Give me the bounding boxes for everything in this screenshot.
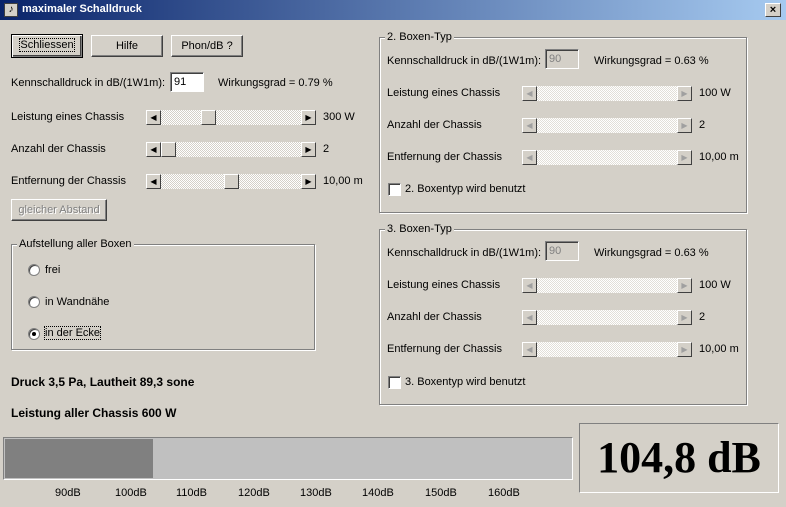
box2-leistung-label: Leistung eines Chassis xyxy=(387,87,501,99)
box3-kennschalldruck-input[interactable]: 90 xyxy=(545,241,579,261)
slider-left-arrow-icon[interactable]: ◀ xyxy=(522,342,537,357)
level-meter-fill xyxy=(5,439,153,478)
slider-left-arrow-icon[interactable]: ◀ xyxy=(522,150,537,165)
box3-title: 3. Boxen-Typ xyxy=(385,223,454,235)
anzahl-label: Anzahl der Chassis xyxy=(11,143,106,155)
box2-entfernung-value: 10,00 m xyxy=(699,151,739,163)
box2-entfernung-label: Entfernung der Chassis xyxy=(387,151,502,163)
aufstellung-title: Aufstellung aller Boxen xyxy=(17,238,134,250)
entfernung-label: Entfernung der Chassis xyxy=(11,175,126,187)
hilfe-button[interactable]: Hilfe xyxy=(91,35,163,57)
radio-wandnaehe-label: in Wandnähe xyxy=(45,296,110,308)
box3-anzahl-value: 2 xyxy=(699,311,706,323)
anzahl-value: 2 xyxy=(323,143,330,155)
tick-140db: 140dB xyxy=(362,487,394,499)
slider-right-arrow-icon[interactable]: ▶ xyxy=(677,278,692,293)
tick-150db: 150dB xyxy=(425,487,457,499)
slider-right-arrow-icon[interactable]: ▶ xyxy=(301,142,316,157)
slider-left-arrow-icon[interactable]: ◀ xyxy=(522,86,537,101)
slider-right-arrow-icon[interactable]: ▶ xyxy=(677,150,692,165)
box3-checkbox-label: 3. Boxentyp wird benutzt xyxy=(405,376,526,388)
slider-right-arrow-icon[interactable]: ▶ xyxy=(301,110,316,125)
leistung-value: 300 W xyxy=(323,111,355,123)
slider-right-arrow-icon[interactable]: ▶ xyxy=(677,86,692,101)
radio-ecke-label: in der Ecke xyxy=(43,326,102,340)
radio-frei[interactable] xyxy=(28,264,40,276)
box3-entfernung-value: 10,00 m xyxy=(699,343,739,355)
radio-frei-label: frei xyxy=(45,264,61,276)
slider-right-arrow-icon[interactable]: ▶ xyxy=(677,342,692,357)
box2-kennschalldruck-label: Kennschalldruck in dB/(1W1m): xyxy=(387,55,542,67)
box3-leistung-value: 100 W xyxy=(699,279,731,291)
app-icon: ♪ xyxy=(4,3,18,17)
tick-120db: 120dB xyxy=(238,487,270,499)
druck-lautheit-text: Druck 3,5 Pa, Lautheit 89,3 sone xyxy=(11,375,195,389)
entfernung-value: 10,00 m xyxy=(323,175,363,187)
box2-title: 2. Boxen-Typ xyxy=(385,31,454,43)
radio-wandnaehe[interactable] xyxy=(28,296,40,308)
entfernung-slider[interactable]: ◀ ▶ xyxy=(146,174,316,189)
kennschalldruck-label: Kennschalldruck in dB/(1W1m): xyxy=(11,77,166,89)
slider-right-arrow-icon[interactable]: ▶ xyxy=(677,118,692,133)
leistung-aller-text: Leistung aller Chassis 600 W xyxy=(11,406,177,420)
box3-wirkungsgrad: Wirkungsgrad = 0.63 % xyxy=(594,247,709,259)
box2-anzahl-value: 2 xyxy=(699,119,706,131)
box3-leistung-label: Leistung eines Chassis xyxy=(387,279,501,291)
box3-leistung-slider[interactable]: ◀ ▶ xyxy=(522,278,692,293)
slider-left-arrow-icon[interactable]: ◀ xyxy=(146,142,161,157)
phon-db-button[interactable]: Phon/dB ? xyxy=(171,35,243,57)
radio-dot xyxy=(32,332,36,336)
box2-checkbox-label: 2. Boxentyp wird benutzt xyxy=(405,183,526,195)
radio-ecke[interactable] xyxy=(28,328,40,340)
box3-anzahl-slider[interactable]: ◀ ▶ xyxy=(522,310,692,325)
tick-100db: 100dB xyxy=(115,487,147,499)
slider-left-arrow-icon[interactable]: ◀ xyxy=(522,278,537,293)
slider-right-arrow-icon[interactable]: ▶ xyxy=(677,310,692,325)
slider-left-arrow-icon[interactable]: ◀ xyxy=(522,310,537,325)
leistung-slider[interactable]: ◀ ▶ xyxy=(146,110,316,125)
close-button[interactable]: × xyxy=(765,3,781,17)
anzahl-slider[interactable]: ◀ ▶ xyxy=(146,142,316,157)
tick-90db: 90dB xyxy=(55,487,81,499)
box2-leistung-value: 100 W xyxy=(699,87,731,99)
box2-anzahl-label: Anzahl der Chassis xyxy=(387,119,482,131)
slider-left-arrow-icon[interactable]: ◀ xyxy=(522,118,537,133)
tick-130db: 130dB xyxy=(300,487,332,499)
slider-thumb[interactable] xyxy=(201,110,216,125)
slider-right-arrow-icon[interactable]: ▶ xyxy=(301,174,316,189)
box3-anzahl-label: Anzahl der Chassis xyxy=(387,311,482,323)
kennschalldruck-input[interactable]: 91 xyxy=(170,72,204,92)
schliessen-label: Schliessen xyxy=(19,38,75,52)
box3-checkbox[interactable] xyxy=(388,376,401,389)
box2-entfernung-slider[interactable]: ◀ ▶ xyxy=(522,150,692,165)
title-bar: ♪ maximaler Schalldruck × xyxy=(0,0,786,20)
box2-anzahl-slider[interactable]: ◀ ▶ xyxy=(522,118,692,133)
box2-checkbox[interactable] xyxy=(388,183,401,196)
box2-wirkungsgrad: Wirkungsgrad = 0.63 % xyxy=(594,55,709,67)
tick-160db: 160dB xyxy=(488,487,520,499)
box3-entfernung-label: Entfernung der Chassis xyxy=(387,343,502,355)
box2-kennschalldruck-input[interactable]: 90 xyxy=(545,49,579,69)
schliessen-button[interactable]: Schliessen xyxy=(11,34,83,58)
slider-left-arrow-icon[interactable]: ◀ xyxy=(146,174,161,189)
window-title: maximaler Schalldruck xyxy=(22,3,142,15)
slider-thumb[interactable] xyxy=(224,174,239,189)
leistung-label: Leistung eines Chassis xyxy=(11,111,125,123)
tick-110db: 110dB xyxy=(176,487,207,499)
gleicher-abstand-button[interactable]: gleicher Abstand xyxy=(11,199,107,221)
slider-left-arrow-icon[interactable]: ◀ xyxy=(146,110,161,125)
db-readout: 104,8 dB xyxy=(579,423,779,493)
box3-kennschalldruck-label: Kennschalldruck in dB/(1W1m): xyxy=(387,247,542,259)
level-meter xyxy=(3,437,573,480)
box3-entfernung-slider[interactable]: ◀ ▶ xyxy=(522,342,692,357)
box2-leistung-slider[interactable]: ◀ ▶ xyxy=(522,86,692,101)
slider-thumb[interactable] xyxy=(161,142,176,157)
wirkungsgrad-text: Wirkungsgrad = 0.79 % xyxy=(218,77,333,89)
